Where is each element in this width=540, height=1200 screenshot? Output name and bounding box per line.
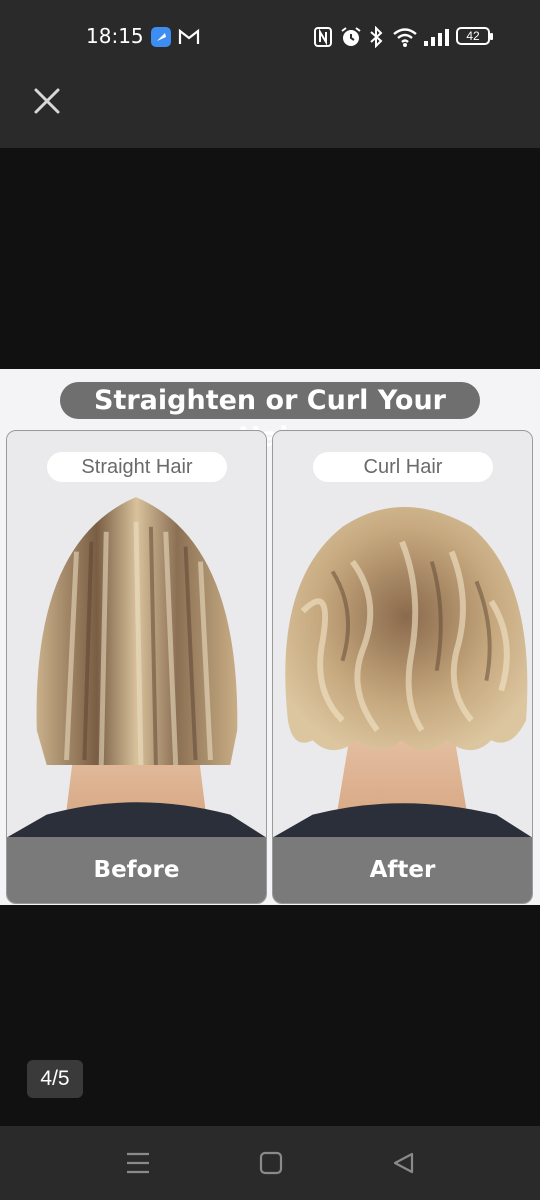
after-panel: Curl Hair After — [272, 430, 533, 904]
straight-hair-label: Straight Hair — [47, 452, 227, 482]
straight-hair-photo — [7, 432, 266, 838]
page-counter: 4/5 — [27, 1060, 83, 1098]
bluetooth-icon — [368, 25, 384, 49]
menu-icon[interactable] — [124, 1148, 152, 1178]
after-caption: After — [273, 837, 532, 903]
before-caption: Before — [7, 837, 266, 903]
app-icon — [150, 26, 172, 48]
wifi-icon — [392, 26, 418, 48]
home-icon[interactable] — [257, 1148, 285, 1178]
alarm-icon — [340, 26, 362, 48]
viewer-toolbar — [0, 72, 540, 148]
status-bar: 18:15 42 — [0, 0, 540, 72]
battery-indicator: 42 — [456, 27, 493, 45]
close-icon[interactable] — [30, 84, 64, 118]
before-panel: Straight Hair Before — [6, 430, 267, 904]
navigation-bar — [0, 1126, 540, 1200]
back-icon[interactable] — [390, 1148, 418, 1178]
signal-icon — [423, 26, 449, 48]
curl-hair-label: Curl Hair — [313, 452, 493, 482]
image-title: Straighten or Curl Your Hair — [60, 382, 480, 453]
status-time: 18:15 — [86, 24, 144, 48]
curl-hair-photo — [273, 432, 532, 838]
nfc-icon — [313, 26, 333, 48]
product-image[interactable]: Straighten or Curl Your Hair Straight Ha… — [0, 369, 540, 905]
gmail-icon — [178, 26, 200, 48]
